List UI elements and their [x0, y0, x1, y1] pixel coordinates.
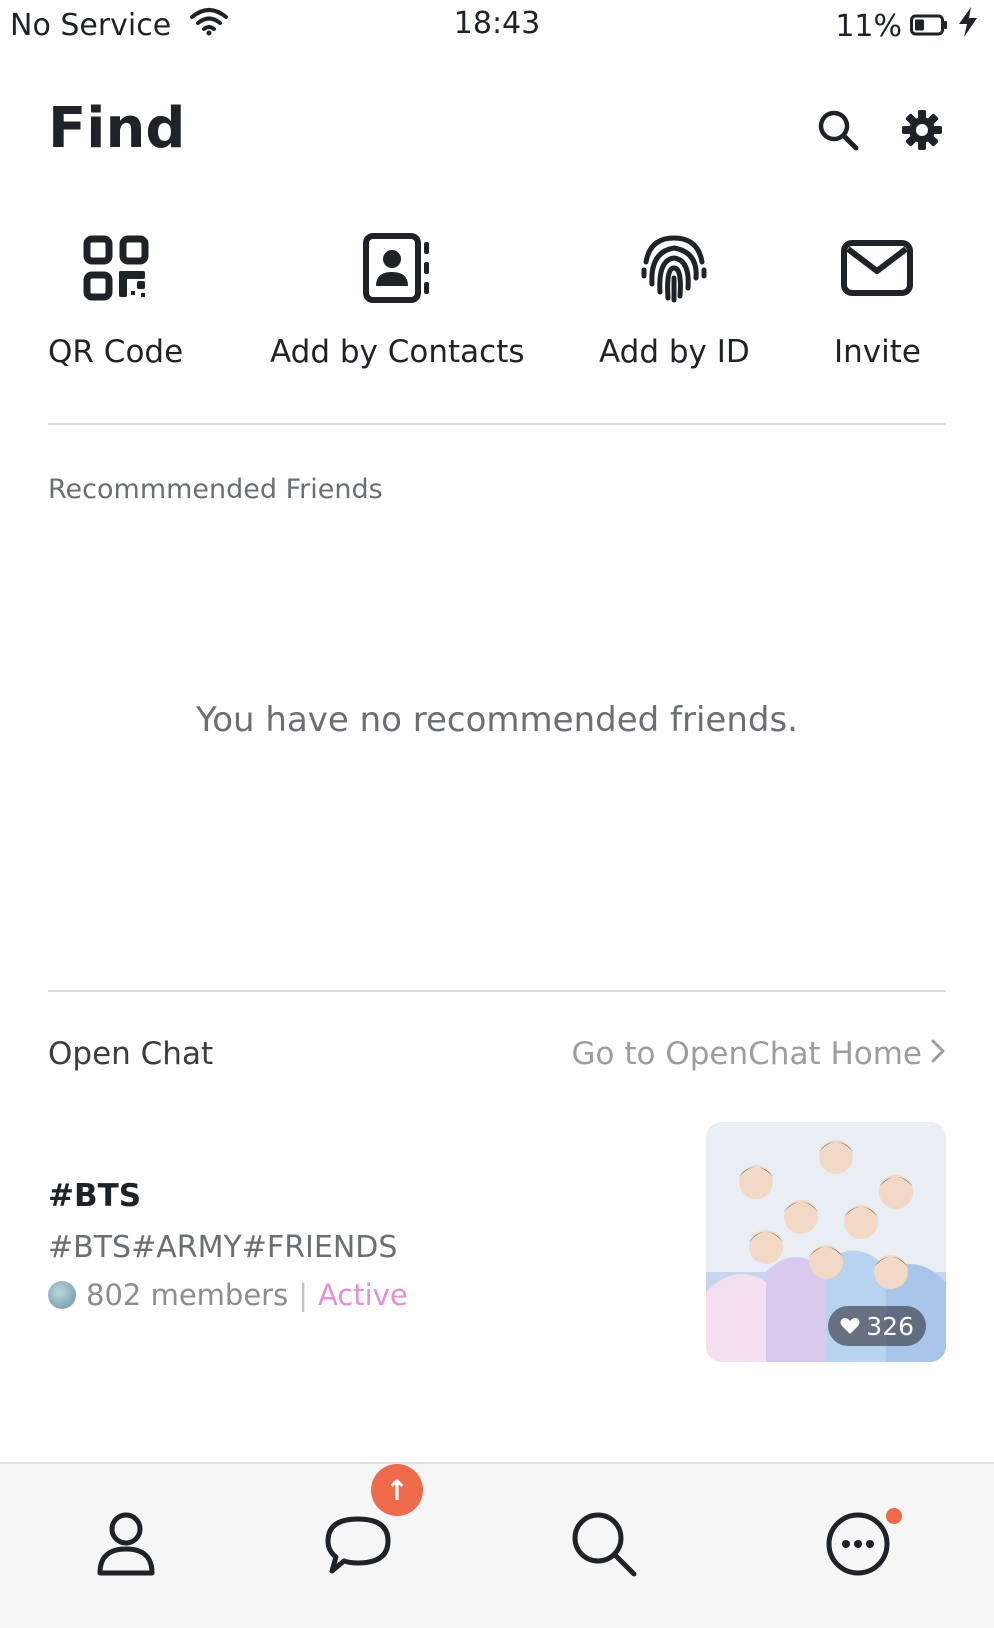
- openchat-home-link-label: Go to OpenChat Home: [571, 1036, 922, 1072]
- member-avatar: [48, 1281, 76, 1309]
- openchat-header: Open Chat Go to OpenChat Home: [48, 1036, 946, 1080]
- gear-icon[interactable]: [898, 106, 946, 154]
- envelope-icon: [837, 228, 917, 308]
- bottom-tab-bar: ↑: [0, 1462, 994, 1628]
- like-count-pill: 326: [828, 1306, 926, 1346]
- divider: [48, 423, 946, 425]
- member-count: 802 members: [86, 1278, 289, 1312]
- openchat-meta: 802 members | Active: [48, 1278, 408, 1312]
- recommended-friends-label: Recommmended Friends: [48, 474, 383, 505]
- openchat-name: #BTS: [48, 1178, 142, 1214]
- status-bar: No Service 18:43 11%: [0, 0, 994, 52]
- quick-actions: QR Code Add by Contacts Add by ID Invite: [48, 228, 946, 378]
- page-header: Find: [48, 92, 946, 172]
- qr-code-label: QR Code: [48, 334, 184, 370]
- chat-badge: ↑: [371, 1464, 423, 1516]
- invite-button[interactable]: Invite: [834, 228, 921, 370]
- battery-icon: [910, 9, 948, 44]
- divider: [48, 990, 946, 992]
- search-icon[interactable]: [814, 106, 862, 154]
- openchat-home-link[interactable]: Go to OpenChat Home: [572, 1036, 946, 1072]
- qr-code-icon: [76, 228, 156, 308]
- openchat-thumbnail: 326: [706, 1122, 946, 1362]
- invite-label: Invite: [834, 334, 921, 370]
- activity-status: Active: [317, 1278, 408, 1312]
- add-by-contacts-button[interactable]: Add by Contacts: [270, 228, 525, 370]
- add-by-id-button[interactable]: Add by ID: [599, 228, 750, 370]
- search-icon[interactable]: [564, 1504, 644, 1584]
- battery-percent: 11%: [835, 8, 902, 44]
- meta-separator: |: [298, 1278, 308, 1312]
- profile-icon[interactable]: [86, 1504, 166, 1584]
- empty-recommendations-message: You have no recommended friends.: [195, 700, 798, 740]
- qr-code-button[interactable]: QR Code: [48, 228, 183, 370]
- heart-icon: [840, 1312, 860, 1341]
- openchat-title: Open Chat: [48, 1036, 214, 1072]
- chat-bubble-icon[interactable]: [318, 1504, 398, 1584]
- add-by-id-label: Add by ID: [599, 334, 750, 370]
- header-actions: [814, 106, 946, 154]
- like-count: 326: [866, 1311, 914, 1341]
- openchat-tags: #BTS#ARMY#FRIENDS: [48, 1230, 398, 1265]
- status-right: 11%: [835, 6, 980, 46]
- contacts-book-icon: [357, 228, 437, 308]
- chevron-right-icon: [930, 1036, 946, 1072]
- add-by-contacts-label: Add by Contacts: [270, 334, 525, 370]
- notification-dot: [886, 1508, 902, 1524]
- page-title: Find: [48, 96, 186, 161]
- fingerprint-icon: [634, 228, 714, 308]
- charging-icon: [956, 6, 980, 46]
- openchat-card[interactable]: #BTS #BTS#ARMY#FRIENDS 802 members | Act…: [48, 1122, 946, 1364]
